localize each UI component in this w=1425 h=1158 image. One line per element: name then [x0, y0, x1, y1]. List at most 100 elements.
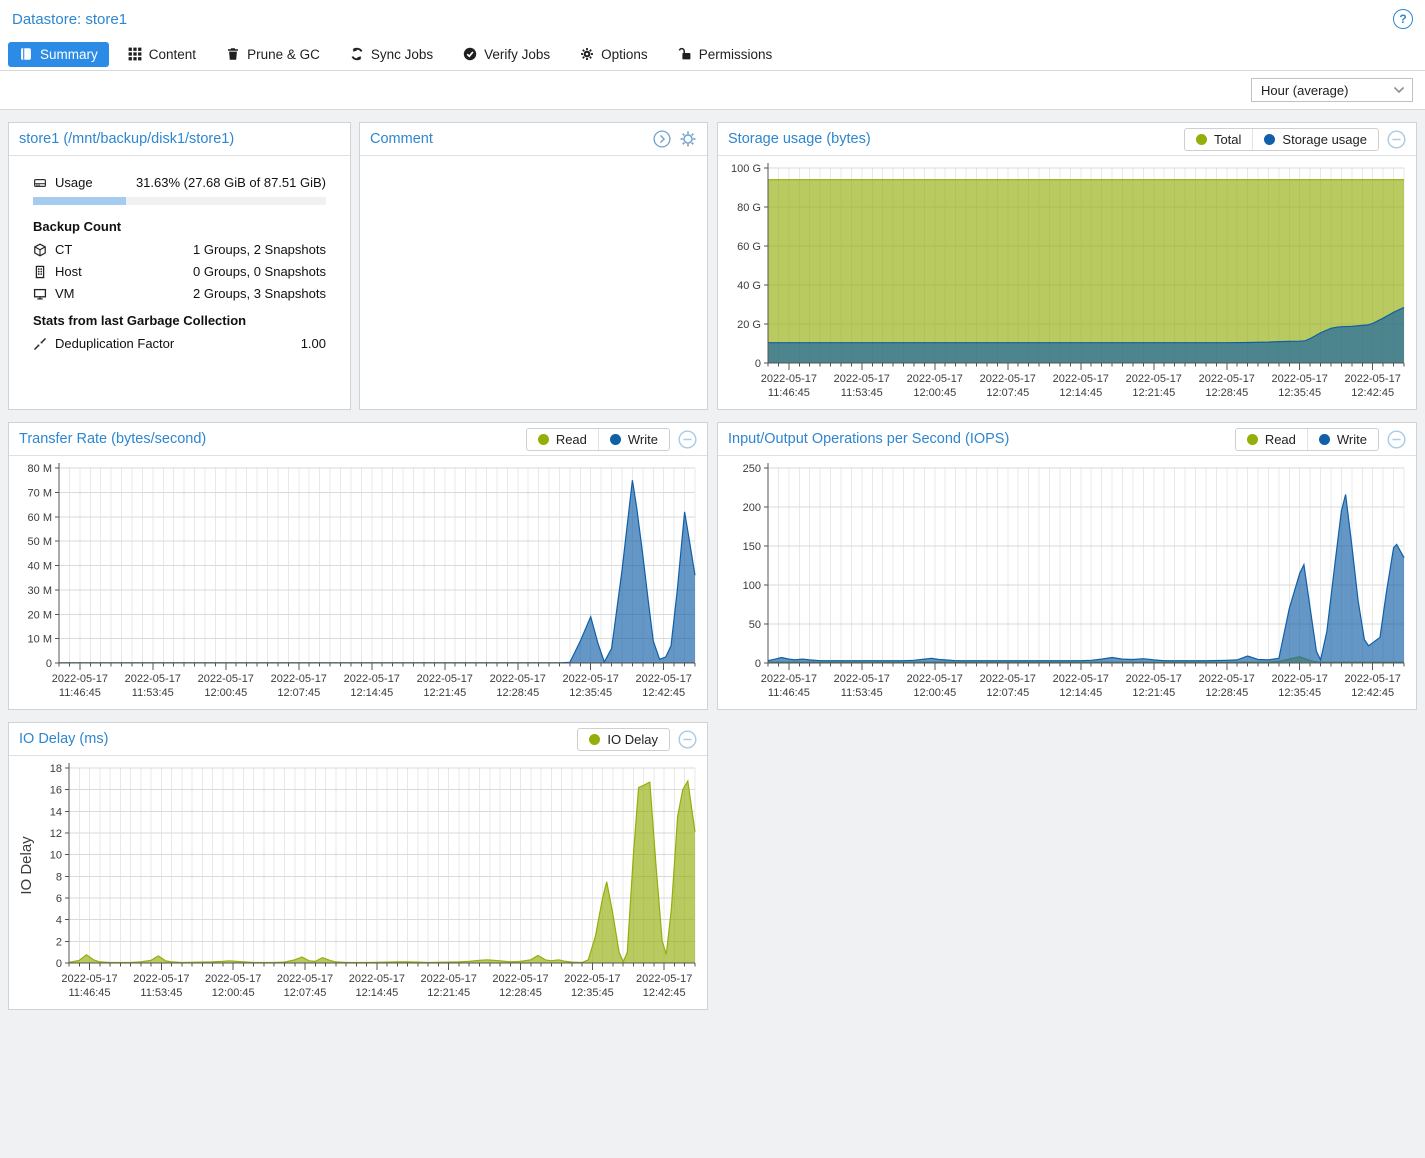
collapse-minus-icon[interactable]: [678, 730, 697, 749]
dedup-value: 1.00: [301, 336, 326, 351]
panel-title: Comment: [370, 131, 645, 147]
svg-text:12:21:45: 12:21:45: [427, 987, 470, 999]
svg-text:12:35:45: 12:35:45: [569, 687, 612, 699]
svg-text:2022-05-17: 2022-05-17: [1199, 373, 1255, 385]
chart-area: 2022-05-1711:46:452022-05-1711:53:452022…: [9, 456, 707, 714]
svg-text:16: 16: [50, 785, 62, 797]
tab-prune-gc[interactable]: Prune & GC: [215, 42, 331, 67]
svg-text:2022-05-17: 2022-05-17: [205, 973, 261, 985]
svg-text:11:46:45: 11:46:45: [768, 687, 810, 699]
collapse-minus-icon[interactable]: [1387, 430, 1406, 449]
legend-item-write[interactable]: Write: [598, 429, 669, 450]
svg-text:2022-05-17: 2022-05-17: [133, 973, 189, 985]
svg-text:12:00:45: 12:00:45: [913, 687, 956, 699]
chart-area: 2022-05-1711:46:452022-05-1711:53:452022…: [9, 756, 707, 1014]
svg-text:2022-05-17: 2022-05-17: [417, 673, 473, 685]
usage-row: Usage 31.63% (27.68 GiB of 87.51 GiB): [33, 173, 326, 192]
gc-stats-heading: Stats from last Garbage Collection: [33, 313, 326, 328]
svg-text:2022-05-17: 2022-05-17: [907, 673, 963, 685]
svg-text:2: 2: [56, 936, 62, 948]
vm-value: 2 Groups, 3 Snapshots: [193, 286, 326, 301]
legend-item-read[interactable]: Read: [1236, 429, 1307, 450]
usage-progress-bar: [33, 197, 326, 205]
time-range-select[interactable]: Hour (average): [1251, 78, 1413, 102]
svg-text:12:35:45: 12:35:45: [1278, 387, 1321, 399]
ct-row: CT 1 Groups, 2 Snapshots: [33, 240, 326, 259]
svg-text:2022-05-17: 2022-05-17: [61, 973, 117, 985]
panel-header: Storage usage (bytes) TotalStorage usage: [718, 123, 1416, 156]
tab-content[interactable]: Content: [117, 42, 207, 67]
expand-chevron-right-icon[interactable]: [653, 130, 671, 148]
svg-text:2022-05-17: 2022-05-17: [490, 673, 546, 685]
panel-title: Transfer Rate (bytes/second): [19, 431, 518, 447]
tab-verify-jobs[interactable]: Verify Jobs: [452, 42, 561, 67]
hdd-icon: [33, 176, 55, 190]
tab-label: Prune & GC: [247, 47, 320, 62]
host-label: Host: [55, 264, 193, 279]
svg-text:12:14:45: 12:14:45: [350, 687, 393, 699]
svg-text:12:42:45: 12:42:45: [642, 687, 685, 699]
tab-bar: Summary Content Prune & GC Sync Jobs Ver…: [0, 38, 1425, 71]
svg-text:2022-05-17: 2022-05-17: [761, 373, 817, 385]
svg-text:2022-05-17: 2022-05-17: [198, 673, 254, 685]
svg-text:2022-05-17: 2022-05-17: [421, 973, 477, 985]
compress-icon: [33, 337, 55, 351]
svg-text:2022-05-17: 2022-05-17: [1126, 373, 1182, 385]
legend-item-io-delay[interactable]: IO Delay: [578, 729, 669, 750]
datastore-summary-panel: store1 (/mnt/backup/disk1/store1) Usage …: [8, 122, 351, 410]
svg-text:12:00:45: 12:00:45: [204, 687, 247, 699]
svg-text:11:46:45: 11:46:45: [768, 387, 810, 399]
svg-text:12:28:45: 12:28:45: [1205, 387, 1248, 399]
svg-text:2022-05-17: 2022-05-17: [636, 673, 692, 685]
iops-panel: Input/Output Operations per Second (IOPS…: [717, 422, 1417, 710]
legend-dot: [610, 434, 621, 445]
proxmox-backup-datastore-page: Datastore: store1 ? Summary Content Prun…: [0, 0, 1425, 1158]
svg-text:2022-05-17: 2022-05-17: [52, 673, 108, 685]
svg-text:50 M: 50 M: [28, 536, 52, 548]
svg-text:2022-05-17: 2022-05-17: [761, 673, 817, 685]
datastore-summary-body: Usage 31.63% (27.68 GiB of 87.51 GiB) Ba…: [9, 156, 350, 353]
svg-text:12:42:45: 12:42:45: [643, 987, 686, 999]
tab-options[interactable]: Options: [569, 42, 659, 67]
legend-item-read[interactable]: Read: [527, 429, 598, 450]
tab-summary[interactable]: Summary: [8, 42, 109, 67]
chart-toolbar: Hour (average): [0, 71, 1425, 110]
svg-text:8: 8: [56, 871, 62, 883]
svg-text:2022-05-17: 2022-05-17: [563, 673, 619, 685]
legend-dot: [1247, 434, 1258, 445]
panel-header: IO Delay (ms) IO Delay: [9, 723, 707, 756]
help-icon[interactable]: ?: [1393, 9, 1413, 29]
svg-text:12:07:45: 12:07:45: [284, 987, 327, 999]
chart-area: 2022-05-1711:46:452022-05-1711:53:452022…: [718, 156, 1416, 414]
chevron-down-icon: [1388, 80, 1410, 100]
svg-text:0: 0: [755, 658, 761, 670]
svg-text:12:35:45: 12:35:45: [571, 987, 614, 999]
svg-text:14: 14: [50, 806, 62, 818]
svg-text:60 G: 60 G: [737, 241, 761, 253]
svg-text:12:42:45: 12:42:45: [1351, 387, 1394, 399]
comment-body[interactable]: [360, 156, 707, 409]
grid-icon: [128, 47, 142, 61]
legend-item-storage-usage[interactable]: Storage usage: [1252, 129, 1378, 150]
svg-text:100: 100: [743, 580, 761, 592]
svg-text:12:14:45: 12:14:45: [355, 987, 398, 999]
tab-permissions[interactable]: Permissions: [667, 42, 784, 67]
svg-text:150: 150: [743, 541, 761, 553]
settings-gear-icon[interactable]: [679, 130, 697, 148]
legend-item-total[interactable]: Total: [1185, 129, 1252, 150]
svg-text:12:07:45: 12:07:45: [277, 687, 320, 699]
chart-legend: ReadWrite: [526, 428, 670, 451]
panel-title: IO Delay (ms): [19, 731, 569, 747]
collapse-minus-icon[interactable]: [678, 430, 697, 449]
top-header: Datastore: store1 ?: [0, 0, 1425, 38]
svg-text:11:53:45: 11:53:45: [140, 987, 182, 999]
legend-item-write[interactable]: Write: [1307, 429, 1378, 450]
ct-label: CT: [55, 242, 193, 257]
tab-sync-jobs[interactable]: Sync Jobs: [339, 42, 444, 67]
svg-text:12:28:45: 12:28:45: [1205, 687, 1248, 699]
svg-text:12:14:45: 12:14:45: [1059, 687, 1102, 699]
chart-legend: IO Delay: [577, 728, 670, 751]
svg-text:12:35:45: 12:35:45: [1278, 687, 1321, 699]
collapse-minus-icon[interactable]: [1387, 130, 1406, 149]
svg-text:10 M: 10 M: [28, 634, 52, 646]
